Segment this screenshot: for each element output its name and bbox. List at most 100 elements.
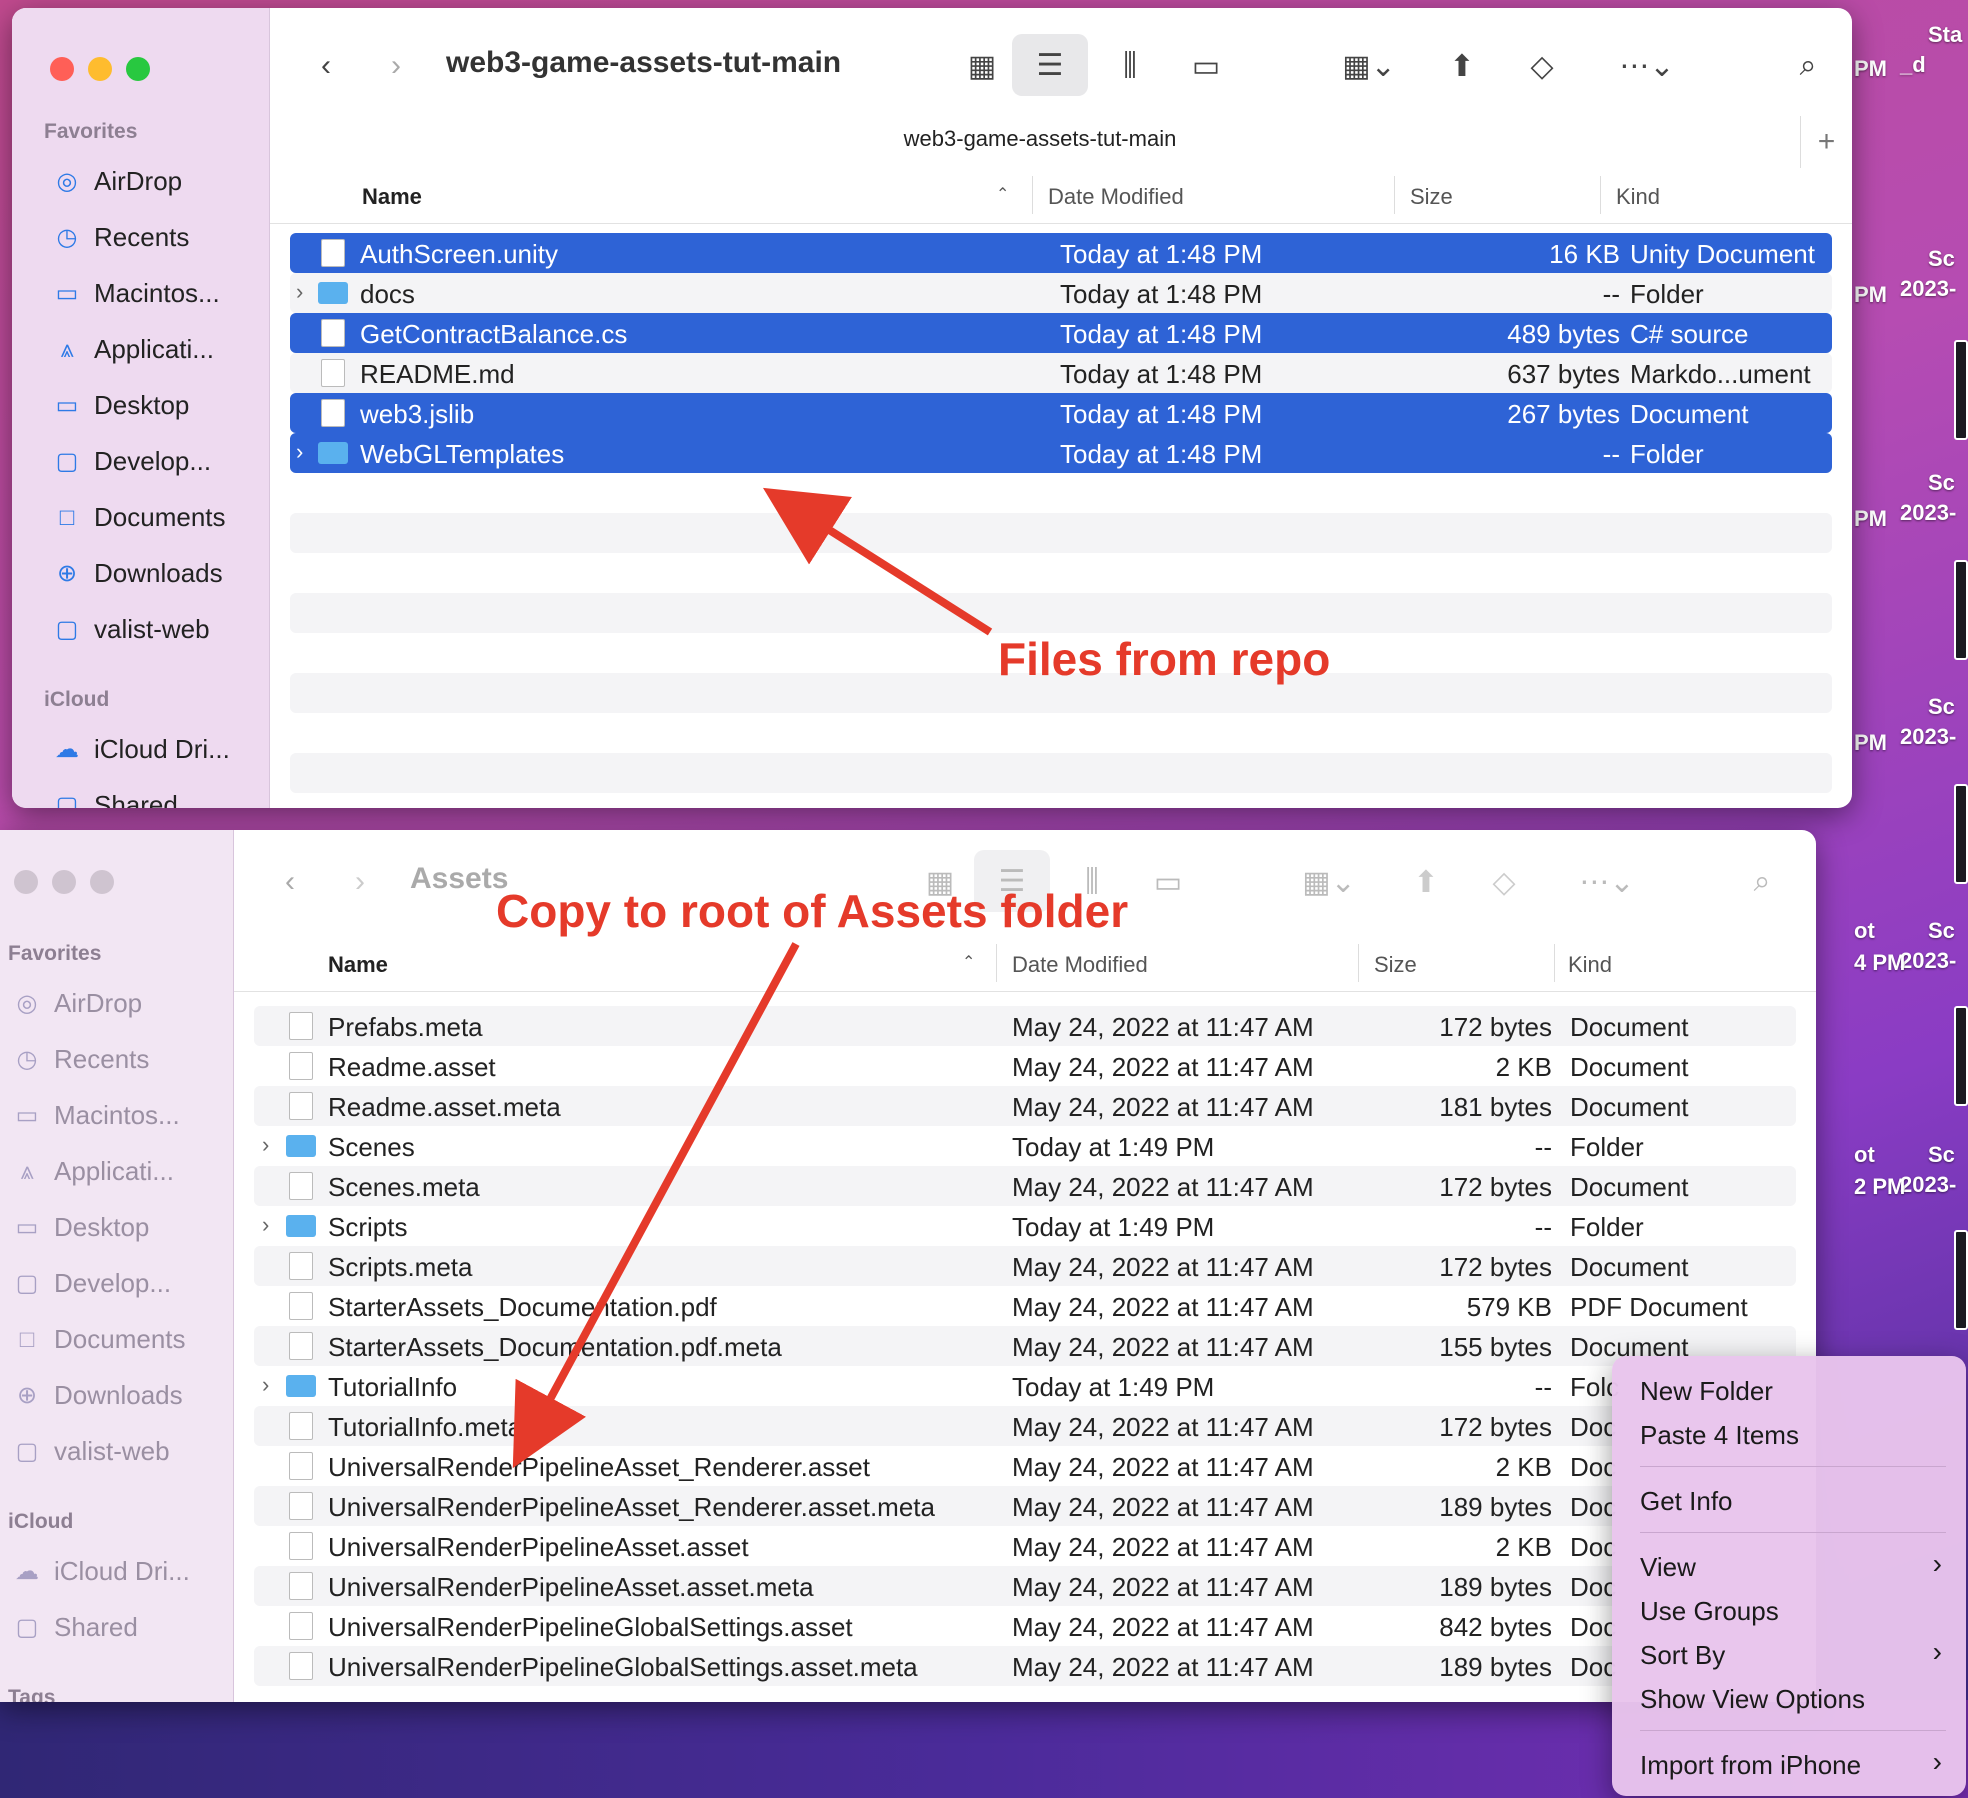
- file-row[interactable]: Prefabs.meta May 24, 2022 at 11:47 AM 172 …: [254, 1006, 1796, 1046]
- minimize-button[interactable]: [88, 57, 112, 81]
- disclosure-chevron-icon[interactable]: ›: [262, 1372, 269, 1398]
- zoom-button[interactable]: [90, 870, 114, 894]
- group-by-button[interactable]: ▦⌄: [1324, 38, 1414, 94]
- menu-item-import-from-iphone[interactable]: Import from iPhone: [1640, 1750, 1861, 1781]
- file-row[interactable]: › docs Today at 1:48 PM -- Folder: [290, 273, 1832, 313]
- sidebar-item-downloads[interactable]: ⊕ Downloads: [52, 558, 223, 589]
- sidebar-item-develop[interactable]: ▢ Develop...: [12, 1268, 171, 1299]
- back-button[interactable]: ‹: [270, 854, 310, 910]
- sidebar-item-documents[interactable]: □ Documents: [52, 502, 226, 533]
- share-button[interactable]: ⬆: [1396, 854, 1456, 910]
- desktop-thumbnail[interactable]: [1954, 340, 1968, 440]
- sidebar-item-documents[interactable]: □ Documents: [12, 1324, 186, 1355]
- file-row[interactable]: GetContractBalance.cs Today at 1:48 PM 489…: [290, 313, 1832, 353]
- minimize-button[interactable]: [52, 870, 76, 894]
- file-row[interactable]: README.md Today at 1:48 PM 637 bytes Markdo…: [290, 353, 1832, 393]
- file-row[interactable]: TutorialInfo.meta May 24, 2022 at 11:47 A…: [254, 1406, 1796, 1446]
- sidebar-item-icloud-dri[interactable]: ☁ iCloud Dri...: [52, 734, 230, 765]
- sidebar-item-downloads[interactable]: ⊕ Downloads: [12, 1380, 183, 1411]
- sidebar-item-desktop[interactable]: ▭ Desktop: [12, 1212, 150, 1243]
- forward-button[interactable]: ›: [376, 38, 416, 94]
- file-row[interactable]: UniversalRenderPipelineAsset_Renderer.as…: [254, 1486, 1796, 1526]
- sidebar-item-shared[interactable]: ▢ Shared: [12, 1612, 138, 1643]
- sidebar-item-valist-web[interactable]: ▢ valist-web: [52, 614, 210, 645]
- desktop-item-label: 2023-: [1900, 724, 1957, 749]
- column-view-button[interactable]: ⫼: [1100, 38, 1160, 94]
- sidebar-item-airdrop[interactable]: ◎ AirDrop: [52, 166, 183, 197]
- disclosure-chevron-icon[interactable]: ›: [296, 439, 303, 465]
- sort-ascending-icon[interactable]: ⌃: [996, 184, 1009, 204]
- file-row[interactable]: Scripts.meta May 24, 2022 at 11:47 AM 172 …: [254, 1246, 1796, 1286]
- search-icon[interactable]: ⌕: [1778, 38, 1838, 94]
- column-size[interactable]: Size: [1374, 952, 1417, 978]
- file-row[interactable]: UniversalRenderPipelineAsset_Renderer.as…: [254, 1446, 1796, 1486]
- sidebar-item-applicati[interactable]: ⩓ Applicati...: [12, 1156, 174, 1187]
- sort-ascending-icon[interactable]: ⌃: [962, 952, 975, 972]
- column-date[interactable]: Date Modified: [1012, 952, 1148, 978]
- file-row[interactable]: web3.jslib Today at 1:48 PM 267 bytes Docum…: [290, 393, 1832, 433]
- tag-button[interactable]: ◇: [1474, 854, 1534, 910]
- desktop-thumbnail[interactable]: [1954, 1006, 1968, 1106]
- disclosure-chevron-icon[interactable]: ›: [262, 1132, 269, 1158]
- menu-item-use-groups[interactable]: Use Groups: [1640, 1596, 1779, 1627]
- close-button[interactable]: [14, 870, 38, 894]
- sidebar-item-icloud-dri[interactable]: ☁ iCloud Dri...: [12, 1556, 190, 1587]
- sidebar-item-develop[interactable]: ▢ Develop...: [52, 446, 211, 477]
- close-button[interactable]: [50, 57, 74, 81]
- file-row[interactable]: StarterAssets_Documentation.pdf.meta May …: [254, 1326, 1796, 1366]
- sidebar-item-recents[interactable]: ◷ Recents: [12, 1044, 150, 1075]
- icon-view-button[interactable]: ▦: [952, 38, 1012, 94]
- more-actions-button[interactable]: ⋯⌄: [1562, 854, 1652, 910]
- column-size[interactable]: Size: [1410, 184, 1453, 210]
- gallery-view-button[interactable]: ▭: [1176, 38, 1236, 94]
- disclosure-chevron-icon[interactable]: ›: [262, 1212, 269, 1238]
- search-icon[interactable]: ⌕: [1732, 854, 1792, 910]
- file-row[interactable]: Scenes.meta May 24, 2022 at 11:47 AM 172 b…: [254, 1166, 1796, 1206]
- file-row[interactable]: › Scenes Today at 1:49 PM -- Folder: [254, 1126, 1796, 1166]
- menu-item-show-view-options[interactable]: Show View Options: [1640, 1684, 1865, 1715]
- back-button[interactable]: ‹: [306, 38, 346, 94]
- file-row[interactable]: UniversalRenderPipelineAsset.asset May 24…: [254, 1526, 1796, 1566]
- file-row[interactable]: UniversalRenderPipelineAsset.asset.meta M…: [254, 1566, 1796, 1606]
- sidebar-item-valist-web[interactable]: ▢ valist-web: [12, 1436, 170, 1467]
- column-name[interactable]: Name: [362, 184, 422, 210]
- zoom-button[interactable]: [126, 57, 150, 81]
- file-row[interactable]: › WebGLTemplates Today at 1:48 PM -- Folder: [290, 433, 1832, 473]
- desktop-thumbnail[interactable]: [1954, 1230, 1968, 1330]
- forward-button[interactable]: ›: [340, 854, 380, 910]
- file-row[interactable]: › Scripts Today at 1:49 PM -- Folder: [254, 1206, 1796, 1246]
- sidebar-item-recents[interactable]: ◷ Recents: [52, 222, 190, 253]
- menu-item-paste[interactable]: Paste 4 Items: [1640, 1420, 1799, 1451]
- menu-item-view[interactable]: View: [1640, 1552, 1696, 1583]
- disclosure-chevron-icon[interactable]: ›: [296, 279, 303, 305]
- column-kind[interactable]: Kind: [1568, 952, 1612, 978]
- column-name[interactable]: Name: [328, 952, 388, 978]
- sidebar-item-shared[interactable]: ▢ Shared: [52, 790, 178, 808]
- file-row[interactable]: StarterAssets_Documentation.pdf May 24, 2…: [254, 1286, 1796, 1326]
- more-actions-button[interactable]: ⋯⌄: [1602, 38, 1692, 94]
- file-row[interactable]: Readme.asset.meta May 24, 2022 at 11:47 A…: [254, 1086, 1796, 1126]
- column-date[interactable]: Date Modified: [1048, 184, 1184, 210]
- add-tab-button[interactable]: +: [1800, 116, 1852, 168]
- menu-item-get-info[interactable]: Get Info: [1640, 1486, 1733, 1517]
- file-row[interactable]: Readme.asset May 24, 2022 at 11:47 AM 2 KB…: [254, 1046, 1796, 1086]
- share-button[interactable]: ⬆: [1432, 38, 1492, 94]
- sidebar-item-airdrop[interactable]: ◎ AirDrop: [12, 988, 143, 1019]
- menu-item-sort-by[interactable]: Sort By: [1640, 1640, 1725, 1671]
- column-kind[interactable]: Kind: [1616, 184, 1660, 210]
- sidebar-item-macintos[interactable]: ▭ Macintos...: [52, 278, 220, 309]
- file-row[interactable]: UniversalRenderPipelineGlobalSettings.as…: [254, 1606, 1796, 1646]
- list-view-button[interactable]: ☰: [1012, 34, 1088, 96]
- menu-item-new-folder[interactable]: New Folder: [1640, 1376, 1773, 1407]
- file-row[interactable]: UniversalRenderPipelineGlobalSettings.as…: [254, 1646, 1796, 1686]
- sidebar-item-applicati[interactable]: ⩓ Applicati...: [52, 334, 214, 365]
- gallery-view-button[interactable]: ▭: [1138, 854, 1198, 910]
- file-row[interactable]: AuthScreen.unity Today at 1:48 PM 16 KB Uni…: [290, 233, 1832, 273]
- sidebar-item-desktop[interactable]: ▭ Desktop: [52, 390, 190, 421]
- desktop-thumbnail[interactable]: [1954, 560, 1968, 660]
- desktop-thumbnail[interactable]: [1954, 784, 1968, 884]
- sidebar-item-macintos[interactable]: ▭ Macintos...: [12, 1100, 180, 1131]
- group-by-button[interactable]: ▦⌄: [1284, 854, 1374, 910]
- file-row[interactable]: › TutorialInfo Today at 1:49 PM -- Folc: [254, 1366, 1796, 1406]
- tag-button[interactable]: ◇: [1512, 38, 1572, 94]
